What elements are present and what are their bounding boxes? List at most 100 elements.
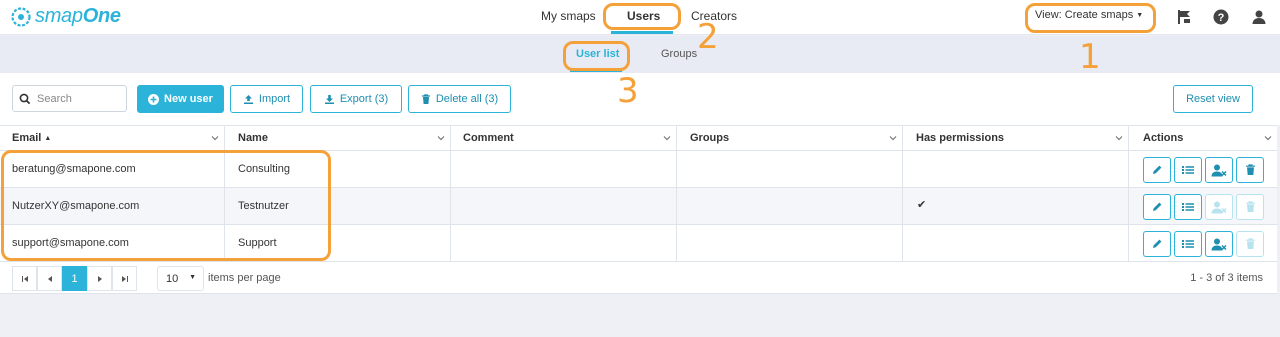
cell-comment[interactable] (451, 151, 677, 188)
help-icon[interactable]: ? (1212, 8, 1230, 26)
export-label: Export (3) (339, 93, 389, 105)
cell-actions (1129, 225, 1277, 262)
cell-actions (1129, 188, 1277, 225)
export-button[interactable]: Export (3) (310, 85, 402, 113)
active-tab-indicator (611, 31, 673, 34)
search-icon (19, 93, 31, 104)
edit-button[interactable] (1143, 157, 1171, 183)
remove-user-button[interactable] (1205, 231, 1233, 257)
items-per-page-select[interactable]: 10 ▼ (157, 266, 204, 291)
reset-view-label: Reset view (1186, 93, 1240, 105)
search-input[interactable] (37, 92, 122, 105)
search-box[interactable] (12, 85, 127, 112)
first-page-icon (21, 275, 28, 282)
new-user-label: New user (164, 93, 213, 105)
column-email-label: Email (12, 132, 42, 144)
app-logo[interactable]: smapOne (10, 5, 121, 28)
delete-all-label: Delete all (3) (435, 93, 499, 105)
details-button[interactable] (1174, 194, 1202, 220)
chevron-down-icon[interactable] (1113, 132, 1125, 144)
chevron-down-icon[interactable] (661, 132, 673, 144)
upload-icon (243, 94, 253, 104)
column-comment-label: Comment (463, 132, 514, 144)
cell-actions (1129, 151, 1277, 188)
pencil-icon (1153, 202, 1162, 211)
next-page-button[interactable] (87, 266, 112, 291)
cell-comment[interactable] (451, 188, 677, 225)
pencil-icon (1153, 239, 1162, 248)
cell-groups[interactable] (677, 188, 903, 225)
import-label: Import (258, 93, 291, 105)
creator-flag-icon[interactable] (1176, 8, 1194, 26)
pagination-range: 1 - 3 of 3 items (1190, 272, 1263, 284)
user-profile-icon[interactable] (1250, 8, 1268, 26)
last-page-icon (121, 275, 128, 282)
annotation-number-2: 2 (697, 17, 719, 57)
remove-user-button[interactable] (1205, 157, 1233, 183)
cell-groups[interactable] (677, 151, 903, 188)
page-number-button[interactable]: 1 (62, 266, 87, 291)
delete-all-button[interactable]: Delete all (3) (408, 85, 511, 113)
prev-page-button[interactable] (37, 266, 62, 291)
cell-has-permissions (903, 225, 1129, 262)
grid-footer: 1 10 ▼ items per page 1 - 3 of 3 items (0, 263, 1277, 294)
first-page-button[interactable] (12, 266, 37, 291)
subtab-groups[interactable]: Groups (661, 48, 697, 60)
logo-text: smapOne (35, 5, 121, 27)
cell-has-permissions (903, 151, 1129, 188)
svg-text:?: ? (1218, 12, 1225, 24)
list-icon (1182, 166, 1194, 174)
chevron-down-icon[interactable] (435, 132, 447, 144)
column-header-name[interactable]: Name (225, 126, 451, 151)
column-header-groups[interactable]: Groups (677, 126, 903, 151)
chevron-down-icon[interactable] (887, 132, 899, 144)
chevron-down-icon[interactable] (1262, 132, 1274, 144)
details-button[interactable] (1174, 231, 1202, 257)
sort-ascending-icon: ▲ (44, 135, 52, 142)
last-page-button[interactable] (112, 266, 137, 291)
column-actions-label: Actions (1143, 132, 1184, 144)
reset-view-button[interactable]: Reset view (1173, 85, 1253, 113)
column-header-actions[interactable]: Actions (1129, 126, 1277, 151)
import-button[interactable]: Import (230, 85, 303, 113)
list-icon (1182, 203, 1194, 211)
remove-user-button (1205, 194, 1233, 220)
chevron-down-icon[interactable] (209, 132, 221, 144)
edit-button[interactable] (1143, 194, 1171, 220)
trash-icon (1245, 201, 1255, 212)
user-remove-icon (1211, 238, 1227, 250)
trash-icon (1245, 238, 1255, 249)
prev-page-icon (47, 275, 52, 282)
highlight-user-rows (1, 150, 331, 261)
delete-row-button (1236, 194, 1264, 220)
trash-icon (1245, 164, 1255, 175)
column-header-comment[interactable]: Comment (451, 126, 677, 151)
items-per-page-value: 10 (166, 273, 179, 285)
next-page-icon (97, 275, 102, 282)
annotation-number-1: 1 (1079, 37, 1101, 77)
nav-tab-my-smaps[interactable]: My smaps (541, 9, 596, 23)
list-icon (1182, 240, 1194, 248)
pencil-icon (1153, 165, 1162, 174)
items-per-page-label: items per page (208, 272, 281, 284)
user-remove-icon (1211, 164, 1227, 176)
trash-icon (421, 93, 430, 104)
cell-has-permissions: ✔ (903, 188, 1129, 225)
plus-circle-icon (148, 93, 160, 105)
details-button[interactable] (1174, 157, 1202, 183)
toolbar: New user Import Export (3) Delete all (3… (0, 73, 1280, 125)
new-user-button[interactable]: New user (137, 85, 224, 113)
cell-groups[interactable] (677, 225, 903, 262)
logo-icon (11, 6, 31, 27)
edit-button[interactable] (1143, 231, 1171, 257)
column-has-permissions-label: Has permissions (916, 132, 1005, 144)
column-groups-label: Groups (690, 132, 730, 144)
delete-row-button (1236, 231, 1264, 257)
highlight-view-selector (1025, 3, 1156, 33)
column-header-has-permissions[interactable]: Has permissions (903, 126, 1129, 151)
column-header-email[interactable]: Email ▲ (0, 126, 225, 151)
column-name-label: Name (238, 132, 268, 144)
annotation-number-3: 3 (617, 71, 639, 111)
cell-comment[interactable] (451, 225, 677, 262)
delete-row-button[interactable] (1236, 157, 1264, 183)
